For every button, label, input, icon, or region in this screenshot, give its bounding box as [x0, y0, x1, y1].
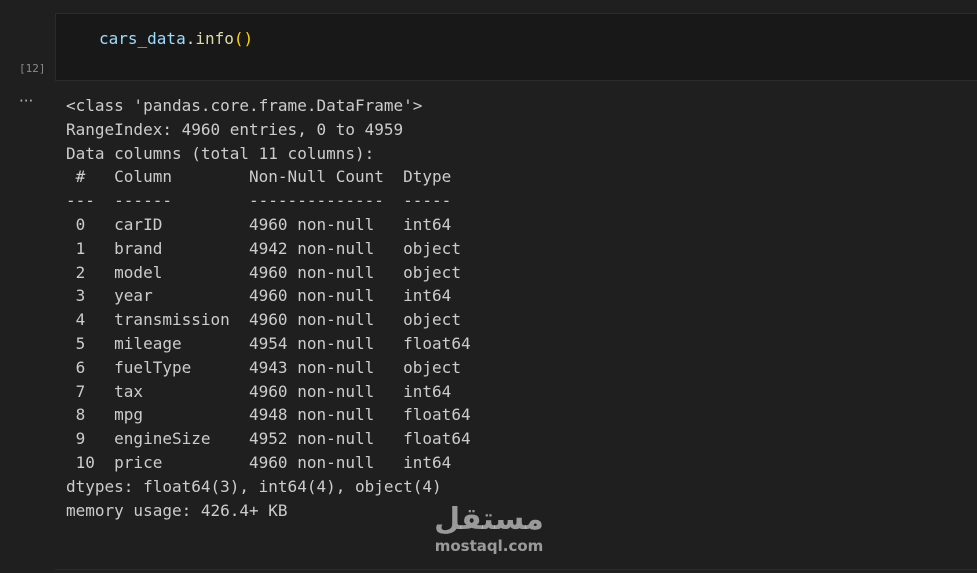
- code-function: info: [195, 29, 234, 48]
- output-line: 8 mpg 4948 non-null float64: [66, 405, 471, 425]
- watermark-arabic: مستقل: [434, 502, 544, 537]
- output-line: 0 carID 4960 non-null int64: [66, 214, 471, 234]
- output-line: 7 tax 4960 non-null int64: [66, 381, 471, 401]
- output-line: 4 transmission 4960 non-null object: [66, 310, 471, 330]
- output-line: --- ------ -------------- -----: [66, 191, 471, 211]
- output-line: Data columns (total 11 columns):: [66, 143, 375, 163]
- output-line: 9 engineSize 4952 non-null float64: [66, 429, 471, 449]
- code-dot: .: [185, 29, 196, 48]
- output-line: 6 fuelType 4943 non-null object: [66, 357, 471, 377]
- cell-divider: [55, 569, 977, 570]
- output-line: 5 mileage 4954 non-null float64: [66, 333, 471, 353]
- output-line: memory usage: 426.4+ KB: [66, 500, 288, 520]
- output-line: 1 brand 4942 non-null object: [66, 238, 471, 258]
- code-parens: (): [233, 29, 254, 48]
- output-more-actions-icon[interactable]: ···: [19, 92, 33, 110]
- cell-output: <class 'pandas.core.frame.DataFrame'> Ran…: [66, 94, 471, 522]
- output-line: 3 year 4960 non-null int64: [66, 286, 471, 306]
- code-cell[interactable]: cars_data.info(): [55, 13, 977, 81]
- code-editor-line[interactable]: cars_data.info(): [99, 28, 253, 50]
- watermark-logo: مستقل mostaql.com: [428, 502, 550, 554]
- output-line: 2 model 4960 non-null object: [66, 262, 471, 282]
- output-line: dtypes: float64(3), int64(4), object(4): [66, 476, 442, 496]
- output-line: # Column Non-Null Count Dtype: [66, 167, 471, 187]
- output-line: RangeIndex: 4960 entries, 0 to 4959: [66, 119, 404, 139]
- execution-count: [12]: [19, 62, 46, 75]
- output-line: 10 price 4960 non-null int64: [66, 452, 471, 472]
- code-variable: cars_data: [99, 29, 186, 48]
- output-line: <class 'pandas.core.frame.DataFrame'>: [66, 96, 423, 115]
- watermark-latin: mostaql.com: [434, 537, 544, 555]
